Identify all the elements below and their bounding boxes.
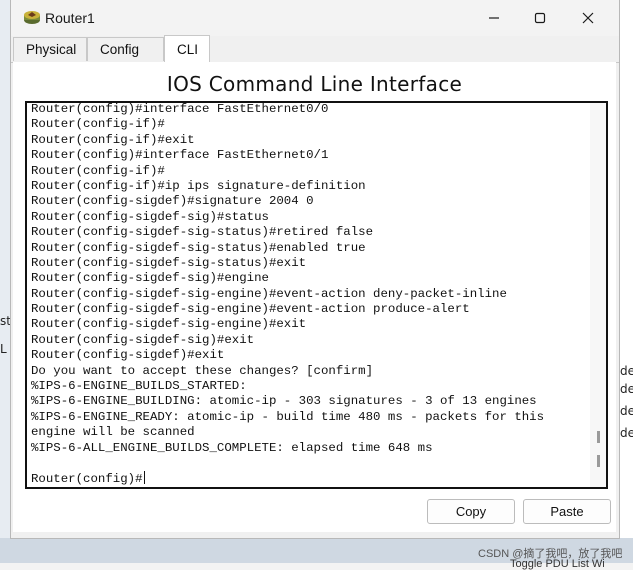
background-fragment: de <box>620 404 633 418</box>
terminal-line: Router(config-sigdef-sig)#exit <box>31 332 255 347</box>
terminal-line: Router(config)# <box>31 471 145 487</box>
tab-bar: Physical Config CLI <box>11 35 619 63</box>
terminal-line: engine will be scanned <box>31 425 195 440</box>
background-fragment: de <box>620 364 633 378</box>
text-cursor <box>143 471 145 485</box>
terminal-line: Router(config-if)# <box>31 117 165 132</box>
background-fragment: Toggle PDU List Wi <box>510 558 605 570</box>
terminal-line: %IPS-6-ENGINE_BUILDING: atomic-ip - 303 … <box>31 394 537 409</box>
tab-physical[interactable]: Physical <box>13 37 87 61</box>
maximize-icon <box>534 12 546 24</box>
page-title: IOS Command Line Interface <box>166 72 463 96</box>
scrollbar-thumb[interactable] <box>597 455 600 467</box>
terminal-line: Router(config-sigdef-sig-engine)#exit <box>31 317 307 332</box>
tab-cli[interactable]: CLI <box>164 35 210 63</box>
background-fragment: L <box>0 342 7 356</box>
window-title: Router1 <box>45 10 95 26</box>
terminal-line: Router(config-sigdef)#exit <box>31 348 225 363</box>
background-fragment: de <box>620 382 633 396</box>
maximize-button[interactable] <box>517 0 563 36</box>
terminal-scrollbar[interactable] <box>590 103 606 487</box>
terminal-line: Router(config-sigdef-sig)#engine <box>31 271 269 286</box>
background-taskbar: CSDN @摘了我吧，放了我吧 Toggle PDU List Wi <box>0 538 633 570</box>
terminal-line: Router(config-sigdef-sig-engine)#event-a… <box>31 302 470 317</box>
terminal-output: Router(config)#interface FastEthernet0/0… <box>31 102 587 487</box>
terminal-line: %IPS-6-ENGINE_BUILDS_STARTED: <box>31 379 247 394</box>
paste-button[interactable]: Paste <box>523 499 611 524</box>
terminal-line: %IPS-6-ALL_ENGINE_BUILDS_COMPLETE: elaps… <box>31 440 433 455</box>
close-icon <box>582 12 594 24</box>
scrollbar-thumb[interactable] <box>597 431 600 443</box>
copy-button[interactable]: Copy <box>427 499 515 524</box>
background-window-left: st L <box>0 0 11 563</box>
terminal-line: Router(config)#interface FastEthernet0/0 <box>31 102 329 116</box>
terminal-line: %IPS-6-ENGINE_READY: atomic-ip - build t… <box>31 409 545 424</box>
close-button[interactable] <box>565 0 611 36</box>
terminal-line: Router(config-if)#exit <box>31 132 195 147</box>
tab-config[interactable]: Config <box>87 37 164 61</box>
title-bar[interactable]: Router1 <box>11 0 619 36</box>
cli-panel: IOS Command Line Interface Router(config… <box>13 62 616 532</box>
terminal-line: Router(config-sigdef-sig-status)#enabled… <box>31 240 366 255</box>
terminal-line: Router(config-sigdef-sig-status)#retired… <box>31 225 374 240</box>
terminal-line: Do you want to accept these changes? [co… <box>31 363 374 378</box>
terminal-line: Router(config-sigdef-sig)#status <box>31 209 269 224</box>
terminal-line: Router(config-sigdef-sig-status)#exit <box>31 255 307 270</box>
terminal-line: Router(config-if)# <box>31 163 165 178</box>
minimize-button[interactable] <box>471 0 517 36</box>
cli-terminal[interactable]: Router(config)#interface FastEthernet0/0… <box>25 101 608 489</box>
router-window: Router1 Physical Config CLI IOS Command … <box>10 0 620 539</box>
router-icon <box>23 9 41 25</box>
terminal-line: Router(config-sigdef-sig-engine)#event-a… <box>31 286 507 301</box>
background-window-right: de de de de <box>618 0 633 563</box>
terminal-line: Router(config-if)#ip ips signature-defin… <box>31 178 366 193</box>
terminal-line: Router(config-sigdef)#signature 2004 0 <box>31 194 314 209</box>
background-fragment: de <box>620 426 633 440</box>
terminal-line: Router(config)#interface FastEthernet0/1 <box>31 148 329 163</box>
minimize-icon <box>489 17 499 19</box>
